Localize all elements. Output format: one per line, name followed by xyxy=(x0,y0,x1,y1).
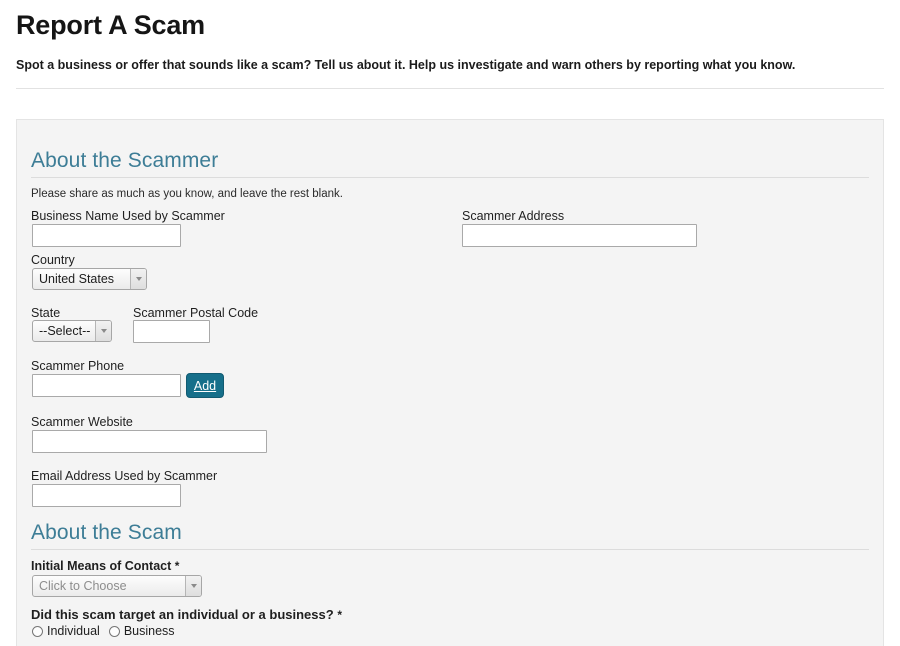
chevron-down-icon xyxy=(130,269,146,289)
label-target-question: Did this scam target an individual or a … xyxy=(31,607,342,624)
initial-means-of-contact-value: Click to Choose xyxy=(39,579,127,593)
business-name-input[interactable] xyxy=(32,224,181,247)
label-initial-means-of-contact-text: Initial Means of Contact xyxy=(31,559,172,573)
radio-option-individual[interactable]: Individual xyxy=(32,625,100,638)
header-divider xyxy=(16,88,884,89)
chevron-down-icon xyxy=(95,321,111,341)
radio-label-individual: Individual xyxy=(47,624,100,638)
radio-option-business[interactable]: Business xyxy=(108,624,175,638)
section-heading-about-the-scammer: About the Scammer xyxy=(31,149,219,172)
label-scammer-website: Scammer Website xyxy=(31,415,133,429)
required-marker: * xyxy=(337,608,342,622)
label-target-question-text: Did this scam target an individual or a … xyxy=(31,607,334,622)
section-heading-about-the-scam: About the Scam xyxy=(31,521,182,544)
label-scammer-address: Scammer Address xyxy=(462,209,565,223)
state-select[interactable]: --Select-- xyxy=(32,320,112,342)
page-intro-text: Spot a business or offer that sounds lik… xyxy=(16,58,796,72)
initial-means-of-contact-select[interactable]: Click to Choose xyxy=(32,575,202,597)
target-radio-group: Individual Business xyxy=(32,625,175,638)
report-form-panel: About the Scammer Please share as much a… xyxy=(16,119,884,646)
add-phone-button[interactable]: Add xyxy=(186,373,224,398)
label-business-name: Business Name Used by Scammer xyxy=(31,209,225,223)
country-select[interactable]: United States xyxy=(32,268,147,290)
label-scammer-phone: Scammer Phone xyxy=(31,359,125,373)
state-select-value: --Select-- xyxy=(39,324,91,338)
label-initial-means-of-contact: Initial Means of Contact * xyxy=(31,558,179,575)
postal-code-input[interactable] xyxy=(133,320,210,343)
required-marker: * xyxy=(174,559,180,573)
label-scammer-postal-code: Scammer Postal Code xyxy=(133,306,259,320)
section-rule-scammer xyxy=(31,177,869,178)
radio-icon-business[interactable] xyxy=(108,625,120,637)
scammer-section-hint: Please share as much as you know, and le… xyxy=(31,188,343,200)
page-title: Report A Scam xyxy=(16,10,205,40)
country-select-value: United States xyxy=(39,272,115,286)
chevron-down-icon xyxy=(185,576,201,596)
section-rule-scam xyxy=(31,549,869,550)
scammer-website-input[interactable] xyxy=(32,430,267,453)
scammer-address-input[interactable] xyxy=(462,224,697,247)
radio-icon-individual[interactable] xyxy=(32,625,43,637)
label-state: State xyxy=(31,306,61,320)
radio-label-business: Business xyxy=(123,624,175,638)
report-a-scam-page: Report A Scam Spot a business or offer t… xyxy=(0,0,900,646)
label-country: Country xyxy=(31,253,75,267)
scammer-email-input[interactable] xyxy=(32,484,181,507)
label-scammer-email: Email Address Used by Scammer xyxy=(31,469,218,483)
scammer-phone-input[interactable] xyxy=(32,374,181,397)
